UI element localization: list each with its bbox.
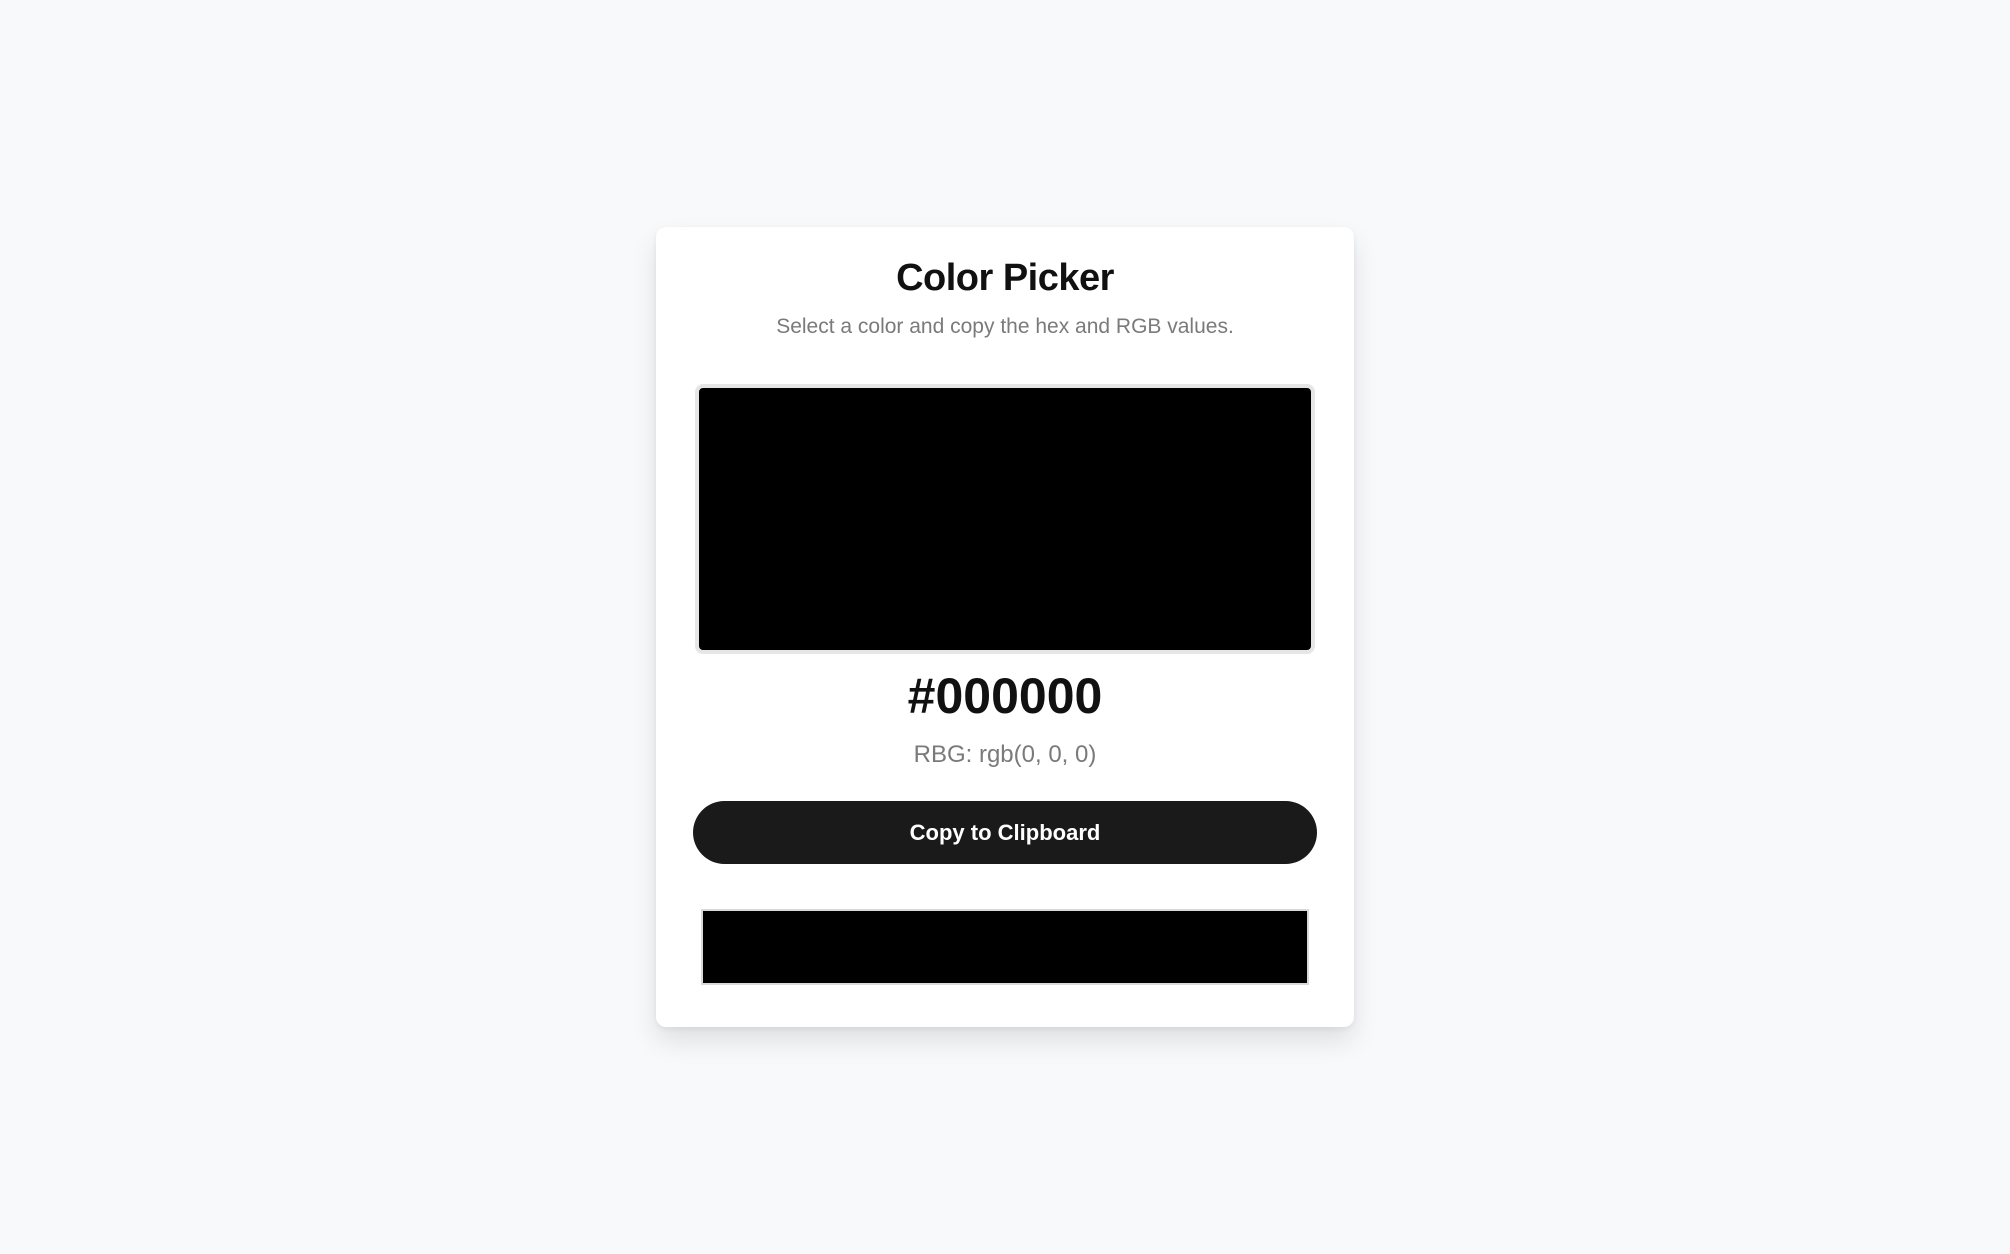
page-subtitle: Select a color and copy the hex and RGB … <box>776 315 1234 338</box>
color-preview-swatch <box>695 384 1315 654</box>
color-input[interactable] <box>701 909 1309 985</box>
copy-to-clipboard-button[interactable]: Copy to Clipboard <box>693 801 1317 864</box>
color-picker-card: Color Picker Select a color and copy the… <box>656 227 1354 1027</box>
rgb-value: RBG: rgb(0, 0, 0) <box>913 741 1097 768</box>
page-title: Color Picker <box>896 257 1114 299</box>
hex-value: #000000 <box>907 668 1103 724</box>
